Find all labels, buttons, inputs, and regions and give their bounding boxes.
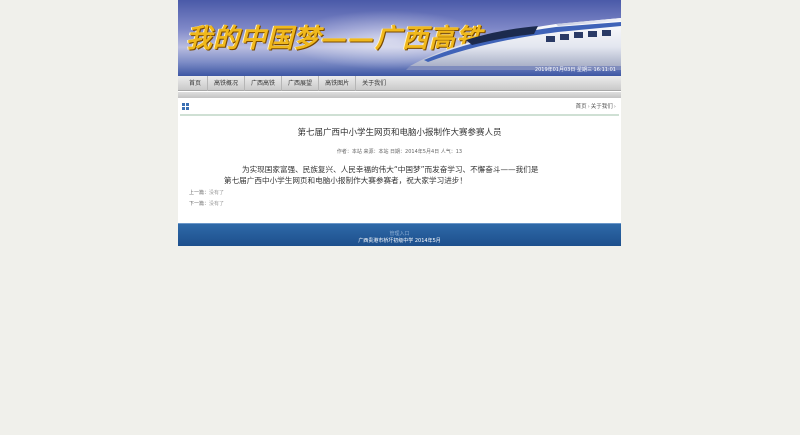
chevron-right-icon: › xyxy=(613,104,616,110)
article-body-line: 为实现国家富强、民族复兴、人民幸福的伟大“中国梦”而发奋学习、不懈奋斗——我们是 xyxy=(242,165,539,174)
nav-item-outlook[interactable]: 广西展望 xyxy=(282,75,320,91)
train-illustration xyxy=(406,18,621,70)
current-datetime: 2019年01月03日 星期三 16:11:01 xyxy=(534,67,616,73)
article-body: 为实现国家富强、民族复兴、人民幸福的伟大“中国梦”而发奋学习、不懈奋斗——我们是… xyxy=(224,164,584,186)
breadcrumb: 首页›关于我们› xyxy=(576,102,617,110)
footer-copyright: 广西贵港市桥圩初级中学 2014年5月 xyxy=(358,238,441,244)
main-nav: 首页 高铁概况 广西高铁 广西展望 高铁图片 关于我们 xyxy=(178,75,621,91)
article-title: 第七届广西中小学生网页和电脑小报制作大赛参赛人员 xyxy=(297,128,502,138)
admin-entry-link[interactable]: 管理入口 xyxy=(178,230,621,237)
page-container: 我的中国梦——广西高铁 2019年01月03日 星期三 16:11:01 首页 … xyxy=(178,0,621,246)
next-article: 下一篇：没有了 xyxy=(189,200,224,207)
breadcrumb-home-link[interactable]: 首页 xyxy=(576,104,587,110)
header-banner: 我的中国梦——广西高铁 2019年01月03日 星期三 16:11:01 xyxy=(178,0,621,76)
next-article-value: 没有了 xyxy=(209,201,225,207)
nav-item-overview[interactable]: 高铁概况 xyxy=(208,75,246,91)
breadcrumb-bar: 首页›关于我们› xyxy=(180,100,619,116)
prev-article-label: 上一篇： xyxy=(189,190,210,196)
nav-subbar xyxy=(178,92,621,98)
nav-item-photos[interactable]: 高铁图片 xyxy=(319,75,357,91)
nav-item-about[interactable]: 关于我们 xyxy=(356,76,392,91)
nav-item-guangxi-hsr[interactable]: 广西高铁 xyxy=(245,75,283,91)
grid-icon xyxy=(182,103,189,110)
article-meta: 作者：本站 来源：本站 日期：2014年5月4日 人气：13 xyxy=(336,149,463,155)
footer: 管理入口 广西贵港市桥圩初级中学 2014年5月 xyxy=(178,223,621,246)
prev-article-value: 没有了 xyxy=(209,190,225,196)
breadcrumb-current[interactable]: 关于我们 xyxy=(591,104,613,110)
prev-article: 上一篇：没有了 xyxy=(189,189,224,196)
nav-item-home[interactable]: 首页 xyxy=(183,75,209,91)
article-body-line: 第七届广西中小学生网页和电脑小报制作大赛参赛者，祝大家学习进步！ xyxy=(224,176,467,185)
next-article-label: 下一篇： xyxy=(189,201,210,207)
